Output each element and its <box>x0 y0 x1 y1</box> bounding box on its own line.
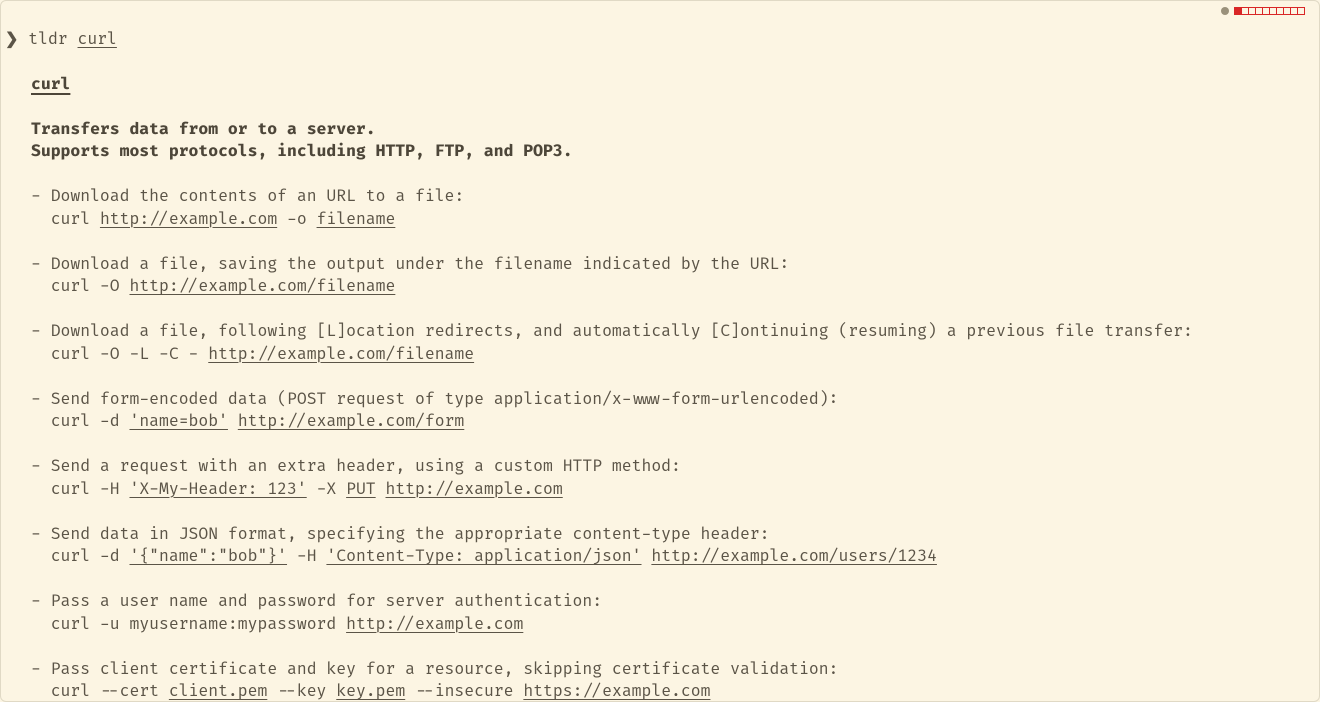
example-command: curl --cert client.pem --key key.pem --i… <box>51 681 711 701</box>
description-line-1: Transfers data from or to a server. <box>31 119 376 139</box>
command-placeholder: 'X-My-Header: 123' <box>129 479 306 499</box>
example-title: Download the contents of an URL to a fil… <box>51 186 465 206</box>
example-command: curl -u myusername:mypassword http://exa… <box>51 614 524 634</box>
command-placeholder: https://example.com <box>523 681 710 701</box>
command-arg: curl <box>78 29 117 49</box>
command-placeholder: http://example.com <box>100 209 277 229</box>
command-placeholder: http://example.com/form <box>238 411 464 431</box>
tldr-output: curl Transfers data from or to a server.… <box>5 50 1315 702</box>
command-placeholder: http://example.com <box>346 614 523 634</box>
example-bullet: - <box>31 456 51 476</box>
progress-squares <box>1235 7 1305 15</box>
example-title: Download a file, saving the output under… <box>51 254 789 274</box>
status-dot-icon <box>1221 7 1229 15</box>
prompt-chevron-icon: ❯ <box>5 29 18 49</box>
command-placeholder: 'Content-Type: application/json' <box>326 546 641 566</box>
example-command: curl -d 'name=bob' http://example.com/fo… <box>51 411 465 431</box>
terminal-window: ❯ tldr curl curl Transfers data from or … <box>0 0 1320 702</box>
example-bullet: - <box>31 389 51 409</box>
example-title: Send data in JSON format, specifying the… <box>51 524 770 544</box>
prompt-line: ❯ tldr curl <box>5 29 117 49</box>
example-bullet: - <box>31 321 51 341</box>
examples-list: - Download the contents of an URL to a f… <box>31 185 1315 702</box>
example-title: Send form-encoded data (POST request of … <box>51 389 839 409</box>
command-placeholder: PUT <box>346 479 376 499</box>
example-command: curl http://example.com -o filename <box>51 209 396 229</box>
command-placeholder: filename <box>317 209 396 229</box>
description-line-2: Supports most protocols, including HTTP,… <box>31 141 573 161</box>
example-bullet: - <box>31 254 51 274</box>
command-placeholder: 'name=bob' <box>129 411 227 431</box>
example-command: curl -d '{"name":"bob"}' -H 'Content-Typ… <box>51 546 937 566</box>
example-title: Download a file, following [L]ocation re… <box>51 321 1193 341</box>
recording-status <box>1221 7 1305 15</box>
example-command: curl -O http://example.com/filename <box>51 276 396 296</box>
terminal-content[interactable]: ❯ tldr curl curl Transfers data from or … <box>1 1 1319 702</box>
command-placeholder: '{"name":"bob"}' <box>129 546 287 566</box>
progress-square-empty <box>1297 7 1305 15</box>
example-bullet: - <box>31 524 51 544</box>
command-placeholder: key.pem <box>336 681 405 701</box>
command-placeholder: http://example.com/filename <box>208 344 474 364</box>
command-placeholder: http://example.com/users/1234 <box>651 546 937 566</box>
example-command: curl -O -L -C - http://example.com/filen… <box>51 344 474 364</box>
command-placeholder: http://example.com/filename <box>129 276 395 296</box>
example-title: Pass a user name and password for server… <box>51 591 602 611</box>
example-title: Send a request with an extra header, usi… <box>51 456 681 476</box>
example-bullet: - <box>31 659 51 679</box>
example-title: Pass client certificate and key for a re… <box>51 659 839 679</box>
example-command: curl -H 'X-My-Header: 123' -X PUT http:/… <box>51 479 563 499</box>
example-bullet: - <box>31 591 51 611</box>
command-name: tldr <box>28 29 67 49</box>
command-placeholder: client.pem <box>169 681 267 701</box>
example-bullet: - <box>31 186 51 206</box>
command-placeholder: http://example.com <box>386 479 563 499</box>
page-title: curl <box>31 74 70 94</box>
